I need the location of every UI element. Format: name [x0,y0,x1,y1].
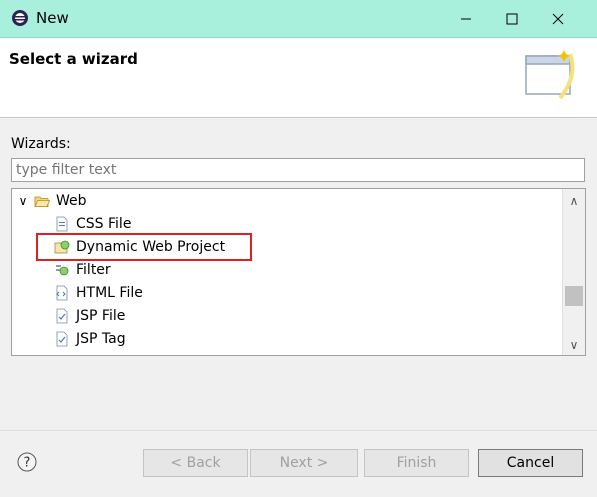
window-title: New [36,9,69,27]
close-icon [552,13,564,25]
filter-icon [56,265,69,275]
tree-item-label: CSS File [76,215,132,232]
tree-item[interactable]: JSP Tag [54,327,126,350]
wizard-tree[interactable]: ∨ Web CSS File Dynamic Web Project Filte… [11,188,586,356]
back-button[interactable]: < Back [143,449,248,477]
minimize-button[interactable] [443,0,489,38]
tree-item-label: JSP File [76,307,126,324]
tree-item[interactable]: CSS File [54,212,131,235]
jsp-file-icon [56,308,68,323]
tree-item[interactable]: JSP File [54,304,125,327]
maximize-icon [506,13,518,25]
cancel-button[interactable]: Cancel [478,449,583,477]
tree-folder-label: Web [56,192,87,209]
close-button[interactable] [535,0,581,38]
scroll-up-button[interactable]: ∧ [563,191,585,211]
footer-divider [0,430,597,431]
highlight-box [36,233,252,261]
tree-scrollbar[interactable]: ∧ ∨ [562,189,585,355]
filter-input[interactable] [11,158,585,182]
tree-item[interactable]: HTML File [54,281,143,304]
css-file-icon [56,216,68,231]
tree-item-label: HTML File [76,284,143,301]
page-title: Select a wizard [9,50,138,68]
tree-item-label: JSP Tag [76,330,126,347]
wizard-banner-icon [525,50,575,100]
tree-item-label: Filter [76,261,111,278]
next-button[interactable]: Next > [250,449,358,477]
chevron-up-icon: ∧ [569,194,579,208]
scroll-thumb[interactable] [565,286,583,306]
jsp-tag-icon [56,331,68,346]
title-bar: New [0,0,597,38]
tree-item[interactable]: Filter [54,258,111,281]
wizards-label: Wizards: [11,136,71,152]
wizard-header: Select a wizard [0,38,597,118]
svg-text:?: ? [24,456,31,471]
chevron-down-icon[interactable]: ∨ [16,194,30,208]
finish-button[interactable]: Finish [364,449,469,477]
scroll-down-button[interactable]: ∨ [563,335,585,355]
chevron-down-icon: ∨ [569,338,579,352]
eclipse-app-icon [12,10,28,26]
help-icon[interactable]: ? [17,452,37,472]
folder-open-icon [34,196,50,207]
tree-folder-web[interactable]: ∨ Web [16,189,87,212]
html-file-icon [56,285,68,300]
minimize-icon [461,18,471,20]
maximize-button[interactable] [489,0,535,38]
